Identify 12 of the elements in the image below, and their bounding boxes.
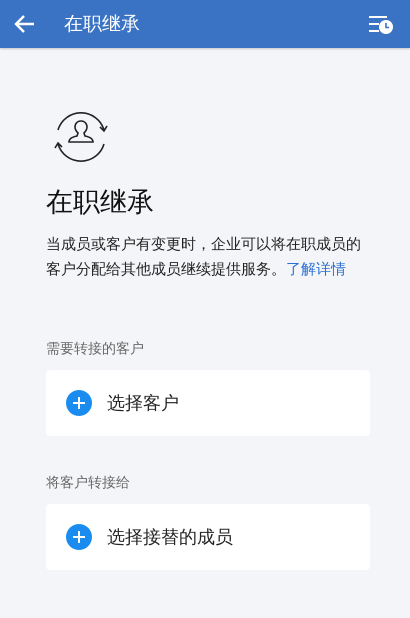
select-button[interactable]: 选择接替的成员 <box>46 504 370 570</box>
section-label: 将客户转接给 <box>46 474 131 492</box>
list-clock-icon <box>368 13 394 35</box>
section-label: 需要转接的客户 <box>46 340 145 358</box>
plus-icon <box>66 390 92 416</box>
back-arrow-icon <box>14 14 36 34</box>
learn-more-link[interactable]: 了解详情 <box>286 260 346 278</box>
intro-heading: 在职继承 <box>46 186 155 220</box>
plus-icon <box>66 524 92 550</box>
select-button[interactable]: 选择客户 <box>46 370 370 436</box>
page-title: 在职继承 <box>64 12 141 37</box>
intro-description: 当成员或客户有变更时，企业可以将在职成员的客户分配给其他成员继续提供服务。了解详情 <box>46 234 362 280</box>
